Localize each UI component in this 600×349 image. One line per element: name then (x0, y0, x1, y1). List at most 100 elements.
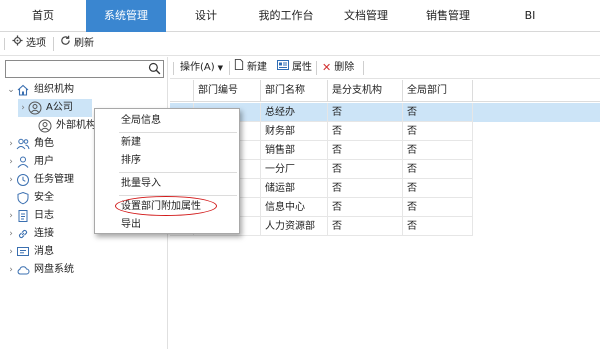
tab-system-management[interactable]: 系统管理 (86, 0, 166, 32)
options-button[interactable]: 选项 (12, 35, 46, 53)
department-name: 总经办 (261, 103, 328, 122)
tree-item-label: 任务管理 (34, 174, 74, 185)
new-button[interactable]: 新建 (234, 59, 267, 77)
tree-item-connections[interactable]: › 连接 (6, 225, 92, 243)
is-global: 否 (403, 160, 473, 179)
tree-item-messages[interactable]: › 消息 (6, 243, 92, 261)
tree-item-a-company[interactable]: › A公司 (18, 99, 92, 117)
chevron-right-icon[interactable]: › (6, 243, 16, 261)
operate-label: 操作(A) (180, 62, 215, 73)
delete-button[interactable]: ✕ 删除 (322, 59, 354, 77)
tree-item-label: 连接 (34, 228, 54, 239)
department-name: 人力资源部 (261, 217, 328, 236)
org-person-icon (28, 101, 42, 115)
menu-separator (119, 172, 237, 173)
tree-item-users[interactable]: › 用户 (6, 153, 92, 171)
chevron-right-icon[interactable]: › (18, 99, 28, 117)
table-header: 部门编号 部门名称 是分支机构 全局部门 (170, 80, 600, 102)
row-header-corner (170, 80, 194, 102)
link-icon (16, 227, 30, 241)
tree-item-label: 日志 (34, 210, 54, 221)
is-branch: 否 (328, 198, 403, 217)
is-branch: 否 (328, 217, 403, 236)
users-icon (16, 137, 30, 151)
refresh-button[interactable]: 刷新 (60, 35, 94, 53)
is-branch: 否 (328, 160, 403, 179)
options-label: 选项 (26, 38, 46, 49)
search-icon[interactable] (148, 62, 161, 78)
message-icon (16, 245, 30, 259)
toolbar-divider (53, 37, 54, 51)
home-icon (16, 83, 30, 97)
toolbar-grip (173, 62, 174, 75)
menu-item-sort[interactable]: 排序 (121, 152, 141, 170)
context-menu: 全局信息 新建 排序 批量导入 设置部门附加属性 导出 (94, 108, 240, 234)
user-icon (16, 155, 30, 169)
main-toolbar: 选项 刷新 (0, 32, 600, 56)
toolbar-divider (363, 61, 364, 75)
chevron-down-icon[interactable]: ⌄ (6, 81, 16, 99)
menu-item-global-info[interactable]: 全局信息 (121, 112, 161, 130)
properties-button[interactable]: 属性 (277, 59, 312, 77)
department-name: 储运部 (261, 179, 328, 198)
tab-home[interactable]: 首页 (0, 0, 86, 32)
chevron-right-icon[interactable]: › (6, 207, 16, 225)
tree-item-task-management[interactable]: › 任务管理 (6, 171, 92, 189)
is-branch: 否 (328, 179, 403, 198)
chevron-right-icon[interactable]: › (6, 171, 16, 189)
cloud-icon (16, 263, 30, 277)
menu-item-batch-import[interactable]: 批量导入 (121, 175, 161, 193)
tree-item-label: 角色 (34, 138, 54, 149)
column-header[interactable]: 是分支机构 (328, 80, 403, 102)
tree-item-netdisk[interactable]: › 网盘系统 (6, 261, 106, 279)
tree-item-label: 网盘系统 (34, 264, 74, 275)
is-branch: 否 (328, 141, 403, 160)
is-branch: 否 (328, 103, 403, 122)
chevron-right-icon[interactable]: › (6, 225, 16, 243)
is-global: 否 (403, 198, 473, 217)
department-name: 信息中心 (261, 198, 328, 217)
new-document-icon (234, 59, 244, 77)
toolbar-divider (316, 61, 317, 75)
menu-item-export[interactable]: 导出 (121, 216, 141, 234)
is-global: 否 (403, 217, 473, 236)
tree-item-label: 外部机构 (56, 120, 96, 131)
department-name: 财务部 (261, 122, 328, 141)
refresh-icon (60, 35, 71, 53)
is-global: 否 (403, 141, 473, 160)
tab-bi[interactable]: BI (490, 0, 570, 32)
tab-my-workbench[interactable]: 我的工作台 (246, 0, 326, 32)
tab-sales-management[interactable]: 销售管理 (406, 0, 490, 32)
tab-document-management[interactable]: 文档管理 (326, 0, 406, 32)
tree-item-roles[interactable]: › 角色 (6, 135, 92, 153)
tree-item-label: 用户 (34, 156, 54, 167)
column-header[interactable]: 部门编号 (194, 80, 261, 102)
properties-label: 属性 (292, 62, 312, 73)
column-header[interactable]: 全局部门 (403, 80, 473, 102)
tab-design[interactable]: 设计 (166, 0, 246, 32)
clock-icon (16, 173, 30, 187)
chevron-right-icon[interactable]: › (6, 153, 16, 171)
tree-item-security[interactable]: 安全 (6, 189, 92, 207)
is-branch: 否 (328, 122, 403, 141)
chevron-right-icon[interactable]: › (6, 135, 16, 153)
menu-item-set-dept-attributes[interactable]: 设置部门附加属性 (121, 198, 201, 216)
tree-item-logs[interactable]: › 日志 (6, 207, 92, 225)
search-input[interactable] (6, 61, 144, 77)
chevron-right-icon[interactable]: › (6, 261, 16, 279)
toolbar-grip (4, 38, 5, 50)
operate-dropdown[interactable]: 操作(A) ▼ (180, 59, 223, 77)
tree-item-organization[interactable]: ⌄ 组织机构 (6, 81, 166, 99)
menu-separator (119, 195, 237, 196)
column-header[interactable]: 部门名称 (261, 80, 328, 102)
new-label: 新建 (247, 62, 267, 73)
tree-item-label: A公司 (46, 102, 73, 113)
tree-item-external-org[interactable]: 外部机构 (28, 117, 98, 135)
is-global: 否 (403, 103, 473, 122)
menu-item-new[interactable]: 新建 (121, 134, 141, 152)
tree-item-label: 组织机构 (34, 84, 74, 95)
action-toolbar: 操作(A) ▼ 新建 属性 ✕ 删除 (170, 57, 600, 79)
caret-down-icon: ▼ (217, 64, 224, 72)
menu-separator (119, 132, 237, 133)
top-nav: 首页 系统管理 设计 我的工作台 文档管理 销售管理 BI (0, 0, 600, 32)
